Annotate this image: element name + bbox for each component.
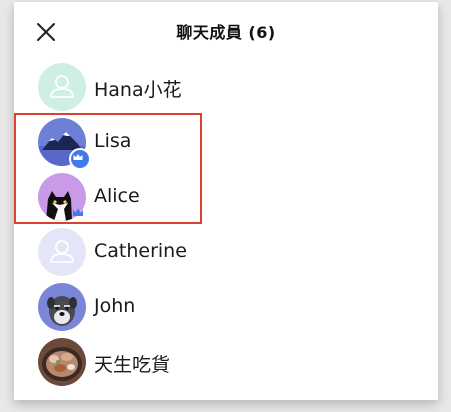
chat-members-sheet: 聊天成員 (6) Hana小花 Lisa Alice Catherine Joh… <box>14 2 438 400</box>
member-name: 天生吃貨 <box>94 354 171 376</box>
avatar[interactable] <box>38 338 86 386</box>
dog-avatar-icon <box>38 283 86 331</box>
member-row-hana[interactable]: Hana小花 <box>14 60 438 114</box>
header: 聊天成員 (6) <box>14 2 438 60</box>
member-row-john[interactable]: John <box>14 280 438 334</box>
avatar[interactable] <box>38 63 86 111</box>
admin-badge <box>69 148 91 170</box>
member-name: Catherine <box>94 240 187 262</box>
member-row-catherine[interactable]: Catherine <box>14 225 438 279</box>
member-name: Hana小花 <box>94 79 182 101</box>
default-person-avatar-icon <box>38 228 86 276</box>
member-row-lisa[interactable]: Lisa <box>14 115 438 170</box>
crown-icon <box>73 154 83 160</box>
crown-icon <box>73 208 83 216</box>
avatar[interactable] <box>38 228 86 276</box>
member-row-alice[interactable]: Alice <box>14 170 438 224</box>
avatar[interactable] <box>38 283 86 331</box>
avatar[interactable] <box>38 173 86 221</box>
food-photo-avatar-icon <box>38 338 86 386</box>
page-title: 聊天成員 (6) <box>176 23 276 42</box>
member-name: John <box>94 295 136 317</box>
member-name: Alice <box>94 185 140 207</box>
avatar[interactable] <box>38 118 91 170</box>
default-person-avatar-icon <box>38 63 86 111</box>
member-name: Lisa <box>94 130 132 152</box>
member-row-foodie[interactable]: 天生吃貨 <box>14 335 438 389</box>
